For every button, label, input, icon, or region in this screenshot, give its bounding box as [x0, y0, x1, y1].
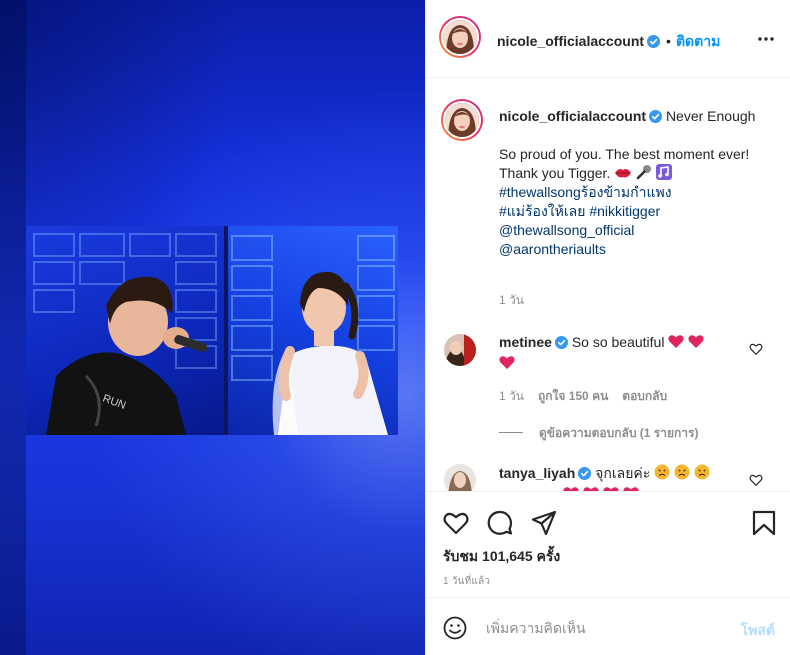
author-avatar[interactable]	[439, 16, 481, 58]
replies-divider	[499, 432, 523, 433]
post-media[interactable]: RUN	[0, 0, 425, 655]
verified-badge-icon	[554, 336, 568, 349]
avatar-image	[444, 334, 476, 366]
view-replies-label: ดูข้อความตอบกลับ (1 รายการ)	[539, 426, 699, 440]
comment-likes[interactable]: ถูกใจ 150 คน	[538, 389, 608, 403]
follow-button[interactable]: ติดตาม	[676, 33, 720, 49]
post-actions: รับชม 101,645 ครั้ง 1 วันที่แล้ว	[426, 491, 790, 596]
video-panel-singer-female	[228, 226, 398, 435]
comment: metinee So so beautiful	[499, 332, 744, 374]
view-replies-button[interactable]: ดูข้อความตอบกลับ (1 รายการ)	[499, 424, 698, 443]
avatar-image	[443, 20, 477, 54]
comment-text: So so beautiful	[571, 334, 665, 350]
post-side-panel: nicole_officialaccount • ติดตาม nicole_off…	[425, 0, 790, 655]
hashtag-link[interactable]: #thewallsongร้องข้ามกำแพง	[499, 184, 672, 200]
post-header: nicole_officialaccount • ติดตาม	[426, 0, 790, 78]
comment: tanya_liyah จุกเลยค่ะ	[499, 463, 744, 491]
like-comment-heart-icon[interactable]	[749, 473, 763, 487]
add-comment-bar: โพสต์	[426, 597, 790, 655]
video-panel-singer-male: RUN	[26, 226, 224, 435]
comments-list[interactable]: nicole_officialaccount Never Enough So p…	[426, 79, 790, 491]
author-username[interactable]: nicole_officialaccount	[497, 33, 644, 49]
mention-link[interactable]: @aarontheriaults	[499, 241, 606, 257]
verified-badge-icon	[647, 35, 661, 48]
like-heart-icon[interactable]	[443, 510, 469, 536]
caption-timestamp: 1 วัน	[499, 293, 524, 307]
comment-meta: 1 วัน ถูกใจ 150 คน ตอบกลับ	[499, 387, 667, 406]
comment-input[interactable]	[486, 617, 716, 639]
red-heart-emoji-icon	[499, 356, 515, 369]
caption-username[interactable]: nicole_officialaccount	[499, 108, 646, 124]
commenter-avatar[interactable]	[444, 464, 476, 491]
commenter-avatar[interactable]	[444, 334, 476, 366]
media-edge-shade	[0, 0, 26, 655]
comment-text: จุกเลยค่ะ	[595, 465, 651, 481]
view-count[interactable]: รับชม 101,645 ครั้ง	[443, 546, 560, 568]
hashtag-link[interactable]: #แม่ร้องให้เลย	[499, 203, 585, 219]
comment-username[interactable]: tanya_liyah	[499, 465, 575, 481]
music-notes-emoji-icon	[655, 164, 672, 180]
author-line: nicole_officialaccount • ติดตาม	[497, 31, 720, 53]
microphone-emoji-icon	[636, 165, 652, 180]
caption-avatar[interactable]	[441, 99, 483, 141]
lips-emoji-icon	[615, 169, 632, 178]
share-paper-plane-icon[interactable]	[531, 510, 557, 536]
red-heart-emoji-icon	[688, 335, 704, 348]
avatar-image	[445, 103, 479, 137]
more-options-icon[interactable]	[757, 30, 775, 48]
comment-timestamp: 1 วัน	[499, 389, 524, 403]
sad-face-emoji-icon	[694, 464, 710, 480]
reply-button[interactable]: ตอบกลับ	[622, 389, 667, 403]
verified-badge-icon	[649, 110, 663, 123]
comment-bubble-icon[interactable]	[487, 510, 513, 536]
post-caption: nicole_officialaccount Never Enough So p…	[499, 107, 759, 259]
separator-dot: •	[666, 33, 671, 49]
like-comment-heart-icon[interactable]	[749, 342, 763, 356]
post-comment-button[interactable]: โพสต์	[741, 620, 775, 642]
save-bookmark-icon[interactable]	[751, 510, 777, 536]
verified-badge-icon	[578, 467, 592, 480]
hashtag-link[interactable]: #nikkitigger	[589, 203, 660, 219]
caption-title: Never Enough	[665, 108, 756, 124]
post-age[interactable]: 1 วันที่แล้ว	[443, 574, 490, 589]
red-heart-emoji-icon	[668, 335, 684, 348]
video-frame: RUN	[26, 226, 398, 435]
sad-face-emoji-icon	[654, 464, 670, 480]
avatar-image	[444, 464, 476, 491]
comment-username[interactable]: metinee	[499, 334, 552, 350]
sad-face-emoji-icon	[674, 464, 690, 480]
mention-link[interactable]: @thewallsong_official	[499, 222, 634, 238]
emoji-picker-icon[interactable]	[443, 616, 467, 640]
